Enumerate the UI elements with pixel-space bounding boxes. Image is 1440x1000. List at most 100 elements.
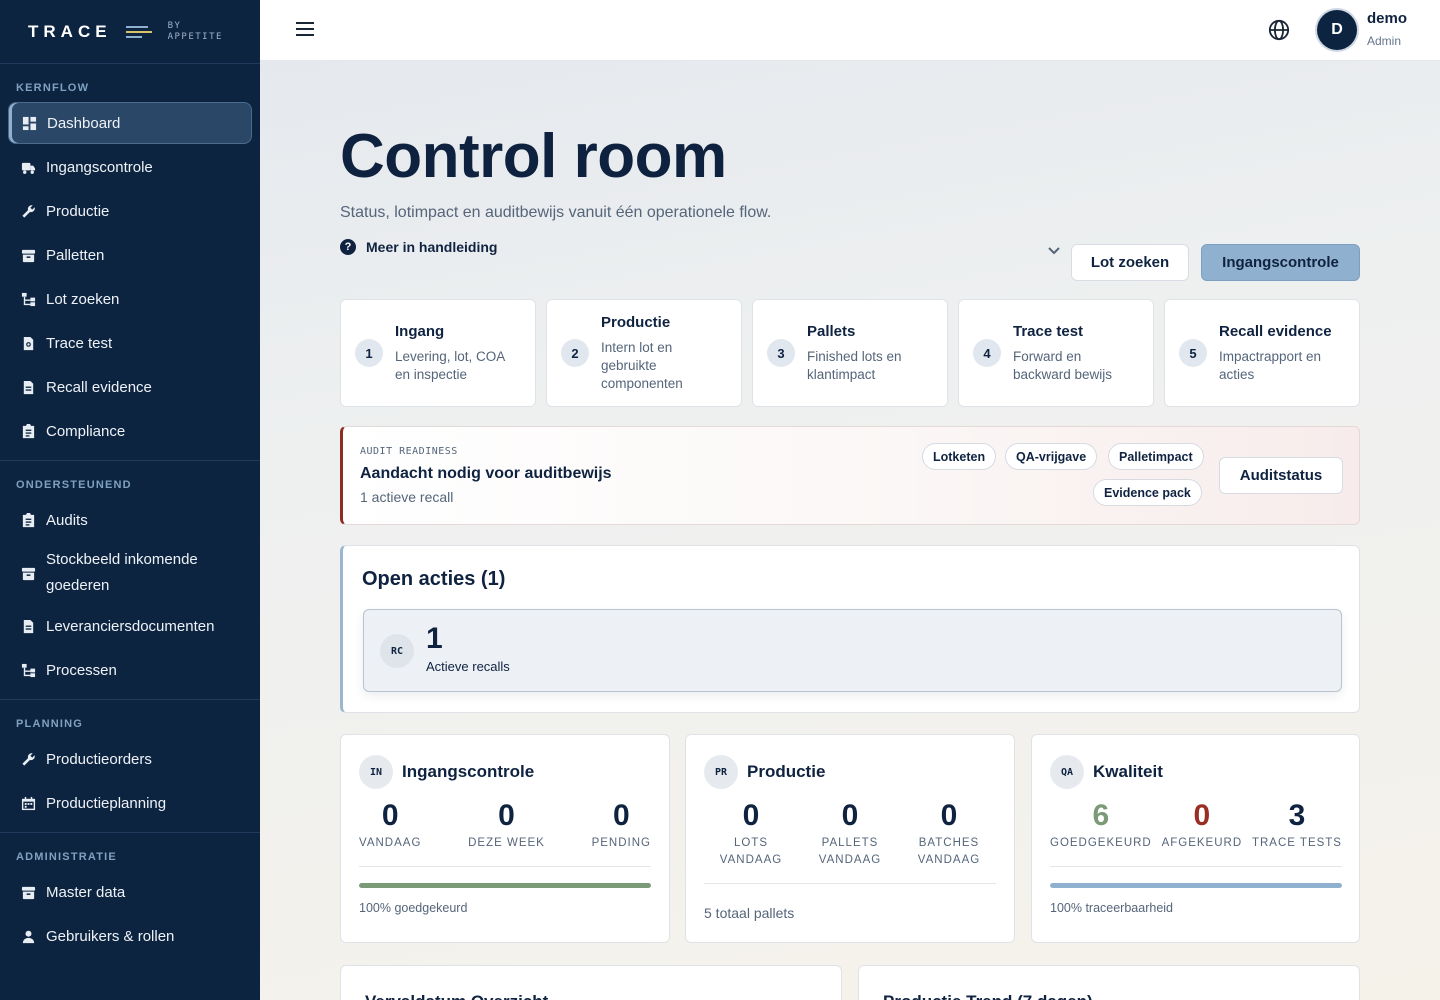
page-subtitle: Status, lotimpact en auditbewijs vanuit … <box>340 204 772 221</box>
sidebar-item-label: Recall evidence <box>46 378 152 396</box>
step-desc: Forward en backward bewijs <box>1013 348 1113 382</box>
step-number: 4 <box>973 339 1001 367</box>
step-productie[interactable]: 2 Productie Intern lot en gebruikte comp… <box>546 299 742 407</box>
step-title: Trace test <box>1013 322 1084 340</box>
chip-palletimpact[interactable]: Palletimpact <box>1108 443 1204 470</box>
step-desc: Finished lots en klantimpact <box>807 348 902 382</box>
kpi-footer: 5 totaal pallets <box>704 905 795 921</box>
kpi-card-kwaliteit[interactable]: QA Kwaliteit 6 GOEDGEKEURD 0 AFGEKEURD 3 TR… <box>1031 734 1360 943</box>
nav-section-title: PLANNING <box>16 718 84 730</box>
step-desc: Impactrapport en acties <box>1219 348 1322 382</box>
help-link[interactable]: ? Meer in handleiding <box>340 239 497 255</box>
ingangscontrole-button[interactable]: Ingangscontrole <box>1201 244 1360 281</box>
sidebar-item-productie[interactable]: Productie <box>8 190 252 232</box>
sidebar-item-dashboard[interactable]: Dashboard <box>8 102 252 144</box>
main-content: Control room Status, lotimpact en auditb… <box>260 61 1440 1000</box>
sidebar-item-trace-test[interactable]: Trace test <box>8 322 252 364</box>
metric-value: 0 <box>612 799 630 832</box>
sidebar-item-leveranciersdocumenten[interactable]: Leveranciersdocumenten <box>8 605 252 647</box>
nav-section: ADMINISTRATIE Master data Gebruikers & rol… <box>0 833 260 965</box>
sidebar-item-label: Audits <box>46 511 88 529</box>
kpi-badge: PR <box>704 755 738 789</box>
wrench-icon <box>20 751 36 767</box>
nav-section-title: KERNFLOW <box>16 82 90 94</box>
sidebar-item-audits[interactable]: Audits <box>8 499 252 541</box>
topbar: D demo Admin <box>260 0 1440 61</box>
metric-value: 6 <box>1092 799 1110 832</box>
step-title: Ingang <box>395 322 445 340</box>
wrench-icon <box>20 203 36 219</box>
sidebar-item-recall-evidence[interactable]: Recall evidence <box>8 366 252 408</box>
globe-icon[interactable] <box>1268 19 1290 41</box>
open-actions-panel: Open acties (1) RC 1 Actieve recalls <box>340 545 1360 713</box>
chevron-down-icon[interactable] <box>1047 246 1061 256</box>
sidebar-item-gebruikers-rollen[interactable]: Gebruikers & rollen <box>8 915 252 957</box>
step-number: 5 <box>1179 339 1207 367</box>
sidebar-item-stockbeeld-inkomende-goederen[interactable]: Stockbeeld inkomende goederen <box>8 543 252 603</box>
sidebar-nav: KERNFLOW Dashboard Ingangscontrole Producti… <box>0 64 260 965</box>
menu-icon[interactable] <box>296 22 314 36</box>
sidebar-item-label: Dashboard <box>47 114 121 132</box>
metric-value: 0 <box>841 799 859 832</box>
metric-label: BATCHES VANDAAG <box>917 837 981 866</box>
kpi-metrics: 0 LOTS VANDAAG 0 PALLETS VANDAAG 0 BATCHES … <box>704 797 996 869</box>
kpi-badge: QA <box>1050 755 1084 789</box>
open-actions-title: Open acties (1) <box>362 568 506 590</box>
lot-zoeken-button[interactable]: Lot zoeken <box>1071 244 1189 281</box>
chip-lotketen[interactable]: Lotketen <box>922 443 997 470</box>
sidebar-item-processen[interactable]: Processen <box>8 649 252 691</box>
kpi-card-productie[interactable]: PR Productie 0 LOTS VANDAAG 0 PALLETS VAND… <box>685 734 1015 943</box>
person-icon <box>20 928 36 944</box>
sidebar-item-label: Productieorders <box>46 750 152 768</box>
metric: 0 LOTS VANDAAG <box>716 797 786 869</box>
step-number: 2 <box>561 339 589 367</box>
kpi-title: Kwaliteit <box>1093 762 1163 781</box>
avatar[interactable]: D <box>1317 10 1357 50</box>
kpi-divider <box>1050 866 1342 867</box>
metric-label: DEZE WEEK <box>468 837 545 849</box>
sidebar-item-label: Trace test <box>46 334 113 352</box>
sidebar: TRACE BY APPETITE KERNFLOW Dashboard Ingan… <box>0 0 260 1000</box>
step-number: 1 <box>355 339 383 367</box>
sidebar-item-palletten[interactable]: Palletten <box>8 234 252 276</box>
sidebar-item-label: Gebruikers & rollen <box>46 927 175 945</box>
chip-qa-vrijgave[interactable]: QA-vrijgave <box>1005 443 1098 470</box>
nav-section: ONDERSTEUNEND Audits Stockbeeld inkomende … <box>0 461 260 700</box>
step-recall-evidence[interactable]: 5 Recall evidence Impactrapport en actie… <box>1164 299 1360 407</box>
sidebar-item-compliance[interactable]: Compliance <box>8 410 252 452</box>
nav-section-title: ADMINISTRATIE <box>16 851 117 863</box>
kpi-divider <box>704 883 996 884</box>
metric-label: PENDING <box>591 837 651 849</box>
step-ingang[interactable]: 1 Ingang Levering, lot, COA en inspectie <box>340 299 536 407</box>
step-number: 3 <box>767 339 795 367</box>
kpi-progress-fill <box>359 883 651 888</box>
expiry-overview-card[interactable]: Vervaldatum Overzicht <box>340 965 842 1000</box>
sidebar-item-productieorders[interactable]: Productieorders <box>8 738 252 780</box>
flow-steps: 1 Ingang Levering, lot, COA en inspectie… <box>340 299 1360 407</box>
audit-readiness-panel: AUDIT READINESS Aandacht nodig voor audi… <box>340 426 1360 525</box>
brand-logo[interactable]: TRACE BY APPETITE <box>0 0 260 64</box>
recall-action-card[interactable]: RC 1 Actieve recalls <box>363 609 1342 692</box>
kpi-footer: 100% goedgekeurd <box>359 901 468 915</box>
production-trend-card[interactable]: Productie Trend (7 dagen) <box>858 965 1360 1000</box>
user-name[interactable]: demo <box>1367 10 1407 27</box>
metric-label: LOTS VANDAAG <box>719 837 783 866</box>
kpi-divider <box>359 866 651 867</box>
sidebar-item-label: Processen <box>46 661 117 679</box>
sidebar-item-lot-zoeken[interactable]: Lot zoeken <box>8 278 252 320</box>
audit-tag: AUDIT READINESS <box>360 446 458 457</box>
step-trace-test[interactable]: 4 Trace test Forward en backward bewijs <box>958 299 1154 407</box>
sidebar-item-productieplanning[interactable]: Productieplanning <box>8 782 252 824</box>
metric-value: 0 <box>940 799 958 832</box>
step-pallets[interactable]: 3 Pallets Finished lots en klantimpact <box>752 299 948 407</box>
kpi-card-ingangscontrole[interactable]: IN Ingangscontrole 0 VANDAAG 0 DEZE WEEK 0… <box>340 734 670 943</box>
auditstatus-button[interactable]: Auditstatus <box>1219 457 1343 494</box>
step-desc: Intern lot en gebruikte componenten <box>601 339 683 391</box>
page-title: Control room <box>340 122 727 191</box>
brand-name: TRACE <box>28 21 112 41</box>
sidebar-item-master-data[interactable]: Master data <box>8 871 252 913</box>
sidebar-item-label: Master data <box>46 883 126 901</box>
sidebar-item-ingangscontrole[interactable]: Ingangscontrole <box>8 146 252 188</box>
archive-icon <box>20 565 36 581</box>
chip-evidence-pack[interactable]: Evidence pack <box>1093 479 1202 506</box>
